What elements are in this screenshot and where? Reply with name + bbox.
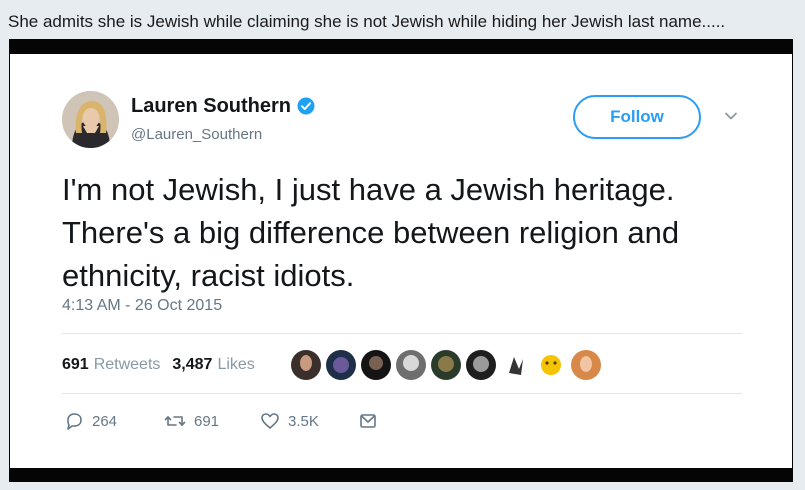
- tweet-timestamp[interactable]: 4:13 AM - 26 Oct 2015: [62, 297, 222, 315]
- display-name[interactable]: Lauren Southern: [131, 95, 291, 118]
- liker-avatar-icon: [431, 350, 461, 380]
- heart-icon: [261, 413, 279, 429]
- retweet-icon: [164, 416, 186, 426]
- liker-avatar-icon: [361, 350, 391, 380]
- like-button[interactable]: 3.5K: [260, 409, 319, 433]
- liker-avatars[interactable]: [290, 349, 610, 381]
- liker-avatar-icon: [501, 350, 531, 380]
- divider: [62, 393, 742, 394]
- retweets-count[interactable]: 691: [62, 356, 89, 374]
- liker-avatar-icon: [396, 350, 426, 380]
- reply-icon: [67, 413, 82, 430]
- divider: [62, 333, 742, 334]
- chevron-down-icon[interactable]: [723, 108, 739, 124]
- follow-button[interactable]: Follow: [573, 95, 701, 139]
- likes-count[interactable]: 3,487: [172, 356, 212, 374]
- profile-photo-icon: [62, 91, 119, 148]
- post-caption: She admits she is Jewish while claiming …: [8, 12, 726, 31]
- direct-message-button[interactable]: [358, 409, 386, 433]
- like-count: 3.5K: [288, 412, 319, 430]
- retweet-count: 691: [194, 412, 220, 430]
- engagement-stats: 691 Retweets 3,487 Likes: [62, 353, 267, 377]
- liker-avatar-icon: [571, 350, 601, 380]
- tweet-text: I'm not Jewish, I just have a Jewish her…: [62, 172, 680, 293]
- reply-count: 264: [92, 412, 118, 430]
- liker-avatar-icon: [291, 350, 321, 380]
- liker-avatar-icon: [466, 350, 496, 380]
- likes-label[interactable]: Likes: [217, 356, 254, 374]
- verified-badge-icon: [297, 97, 315, 115]
- envelope-icon: [360, 414, 376, 428]
- reply-button[interactable]: 264: [64, 409, 117, 433]
- retweets-label[interactable]: Retweets: [94, 356, 161, 374]
- retweet-button[interactable]: 691: [164, 409, 219, 433]
- liker-avatar-icon: [326, 350, 356, 380]
- avatar[interactable]: [62, 91, 119, 148]
- liker-avatar-icon: [536, 350, 566, 380]
- user-handle[interactable]: @Lauren_Southern: [131, 126, 262, 143]
